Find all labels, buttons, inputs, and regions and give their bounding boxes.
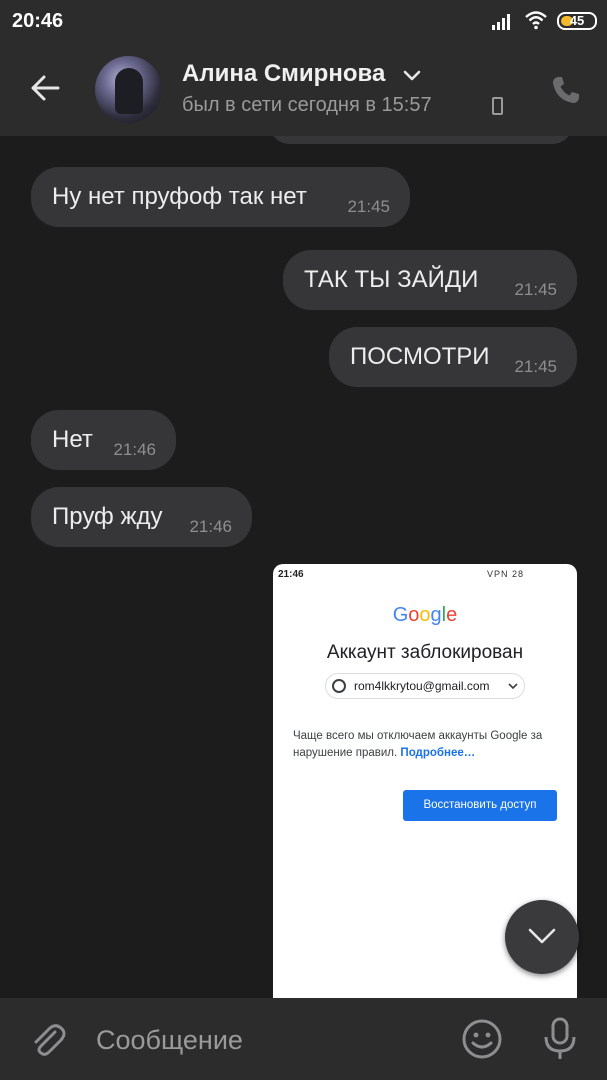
phone-device-icon [492, 97, 503, 115]
chevron-down-icon[interactable] [402, 69, 422, 83]
message-incoming[interactable]: Нет 21:46 [31, 410, 176, 470]
signal-icon [492, 14, 510, 30]
back-arrow-icon[interactable] [28, 70, 64, 106]
screenshot-link: Подробнее… [400, 747, 476, 759]
screenshot-body: Чаще всего мы отключаем аккаунты Google … [293, 728, 563, 762]
chat-header: Алина Смирнова был в сети сегодня в 15:5… [0, 44, 607, 136]
status-bar: 20:46 45 [0, 0, 607, 44]
message-text: Пруф жду [52, 503, 163, 530]
account-chip: rom4lkkrytou@gmail.com [325, 673, 525, 699]
emoji-icon[interactable] [461, 1018, 503, 1060]
message-time: 21:46 [189, 517, 232, 536]
contact-name[interactable]: Алина Смирнова [182, 60, 385, 88]
message-input[interactable] [96, 1022, 426, 1058]
chevron-down-icon [508, 683, 518, 690]
battery-icon: 45 [557, 12, 597, 30]
account-icon [332, 679, 346, 693]
status-time: 20:46 [12, 10, 64, 32]
screenshot-restore-button: Восстановить доступ [403, 790, 557, 821]
wifi-icon [525, 11, 547, 30]
message-incoming[interactable]: Ну нет пруфоф так нет 21:45 [31, 167, 410, 227]
message-time: 21:45 [514, 357, 557, 376]
message-text: ТАК ТЫ ЗАЙДИ [304, 266, 479, 293]
scroll-down-button[interactable] [505, 900, 579, 974]
screenshot-status-time: 21:46 [278, 569, 304, 580]
message-text: Нет [52, 426, 93, 453]
call-icon[interactable] [550, 74, 582, 106]
avatar[interactable] [95, 56, 162, 123]
message-text: Ну нет пруфоф так нет [52, 183, 307, 210]
message-incoming[interactable]: Пруф жду 21:46 [31, 487, 252, 547]
google-logo: Google [392, 604, 458, 626]
screenshot-status-icons: VPN 28 [487, 569, 525, 579]
message-list[interactable]: Ну нет пруфоф так нет 21:45 ТАК ТЫ ЗАЙДИ… [0, 136, 607, 998]
message-outgoing[interactable]: ПОСМОТРИ 21:45 [329, 327, 577, 387]
message-time: 21:45 [514, 280, 557, 299]
microphone-icon[interactable] [540, 1016, 580, 1062]
message-text: ПОСМОТРИ [350, 343, 490, 370]
battery-level: 45 [569, 13, 585, 28]
chevron-down-icon [528, 928, 556, 944]
last-seen-status: был в сети сегодня в 15:57 [182, 94, 432, 116]
message-time: 21:46 [113, 440, 156, 459]
screenshot-title: Аккаунт заблокирован [326, 642, 524, 663]
previous-message-bubble [270, 136, 572, 144]
message-time: 21:45 [347, 197, 390, 216]
message-outgoing[interactable]: ТАК ТЫ ЗАЙДИ 21:45 [283, 250, 577, 310]
avatar-figure [115, 68, 143, 114]
attach-icon[interactable] [28, 1020, 68, 1060]
composer-bar [0, 998, 607, 1080]
account-email: rom4lkkrytou@gmail.com [354, 679, 490, 693]
